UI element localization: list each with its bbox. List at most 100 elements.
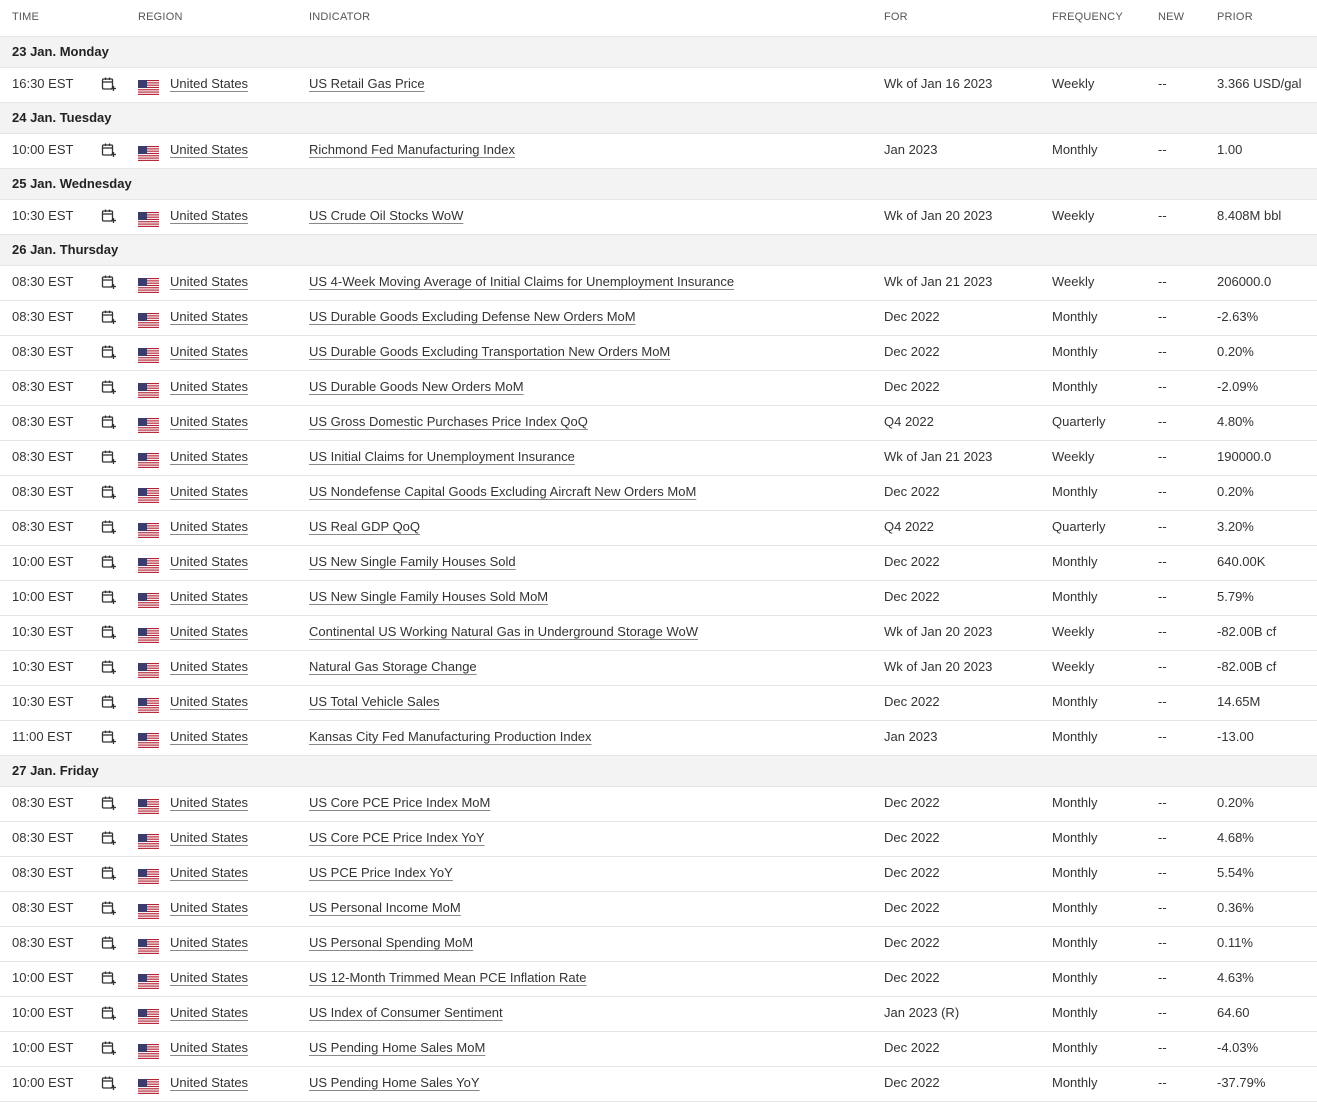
region-link[interactable]: United States bbox=[170, 309, 248, 324]
calendar-add-icon[interactable] bbox=[101, 729, 117, 745]
region-link[interactable]: United States bbox=[170, 694, 248, 709]
region-link[interactable]: United States bbox=[170, 1005, 248, 1020]
region-link[interactable]: United States bbox=[170, 935, 248, 950]
us-flag-icon bbox=[138, 383, 159, 398]
indicator-link[interactable]: US Personal Income MoM bbox=[309, 900, 461, 915]
calendar-add-icon[interactable] bbox=[101, 1005, 117, 1021]
region-link[interactable]: United States bbox=[170, 449, 248, 464]
calendar-add-icon[interactable] bbox=[101, 694, 117, 710]
calendar-add-icon[interactable] bbox=[101, 309, 117, 325]
indicator-link[interactable]: US Core PCE Price Index MoM bbox=[309, 795, 490, 810]
calendar-add-icon[interactable] bbox=[101, 519, 117, 535]
us-flag-icon bbox=[138, 523, 159, 538]
frequency-value: Monthly bbox=[1052, 554, 1098, 569]
indicator-link[interactable]: US Retail Gas Price bbox=[309, 76, 425, 91]
indicator-link[interactable]: US Pending Home Sales MoM bbox=[309, 1040, 485, 1055]
calendar-add-icon[interactable] bbox=[101, 589, 117, 605]
indicator-link[interactable]: US Total Vehicle Sales bbox=[309, 694, 440, 709]
region-link[interactable]: United States bbox=[170, 589, 248, 604]
calendar-add-icon[interactable] bbox=[101, 624, 117, 640]
us-flag-icon bbox=[138, 558, 159, 573]
region-link[interactable]: United States bbox=[170, 624, 248, 639]
calendar-add-icon[interactable] bbox=[101, 484, 117, 500]
calendar-add-icon[interactable] bbox=[101, 344, 117, 360]
table-row: 08:30 EST United States US Real GDP QoQ Q4 … bbox=[0, 511, 1317, 546]
calendar-add-icon[interactable] bbox=[101, 865, 117, 881]
region-link[interactable]: United States bbox=[170, 795, 248, 810]
region-link[interactable]: United States bbox=[170, 519, 248, 534]
calendar-add-icon[interactable] bbox=[101, 142, 117, 158]
calendar-add-icon[interactable] bbox=[101, 830, 117, 846]
region-link[interactable]: United States bbox=[170, 970, 248, 985]
calendar-add-icon[interactable] bbox=[101, 208, 117, 224]
event-time: 10:00 EST bbox=[12, 554, 74, 569]
region-link[interactable]: United States bbox=[170, 76, 248, 91]
region-link[interactable]: United States bbox=[170, 1075, 248, 1090]
region-link[interactable]: United States bbox=[170, 900, 248, 915]
region-link[interactable]: United States bbox=[170, 554, 248, 569]
region-link[interactable]: United States bbox=[170, 1040, 248, 1055]
region-link[interactable]: United States bbox=[170, 344, 248, 359]
indicator-link[interactable]: US Pending Home Sales YoY bbox=[309, 1075, 480, 1090]
region-link[interactable]: United States bbox=[170, 274, 248, 289]
calendar-add-icon[interactable] bbox=[101, 935, 117, 951]
prior-value: 4.68% bbox=[1217, 830, 1254, 845]
calendar-add-icon[interactable] bbox=[101, 379, 117, 395]
indicator-link[interactable]: US 4-Week Moving Average of Initial Clai… bbox=[309, 274, 734, 289]
indicator-link[interactable]: Kansas City Fed Manufacturing Production… bbox=[309, 729, 592, 744]
calendar-add-icon[interactable] bbox=[101, 1040, 117, 1056]
frequency-value: Monthly bbox=[1052, 970, 1098, 985]
region-link[interactable]: United States bbox=[170, 865, 248, 880]
prior-value: -4.03% bbox=[1217, 1040, 1259, 1055]
indicator-link[interactable]: US New Single Family Houses Sold MoM bbox=[309, 589, 548, 604]
indicator-link[interactable]: US Index of Consumer Sentiment bbox=[309, 1005, 503, 1020]
calendar-add-icon[interactable] bbox=[101, 414, 117, 430]
us-flag-icon bbox=[138, 1009, 159, 1024]
us-flag-icon bbox=[138, 1079, 159, 1094]
indicator-link[interactable]: US Durable Goods Excluding Transportatio… bbox=[309, 344, 670, 359]
indicator-link[interactable]: US Core PCE Price Index YoY bbox=[309, 830, 485, 845]
indicator-link[interactable]: Richmond Fed Manufacturing Index bbox=[309, 142, 515, 157]
indicator-link[interactable]: US Personal Spending MoM bbox=[309, 935, 473, 950]
indicator-link[interactable]: US New Single Family Houses Sold bbox=[309, 554, 516, 569]
calendar-add-icon[interactable] bbox=[101, 76, 117, 92]
indicator-link[interactable]: US Gross Domestic Purchases Price Index … bbox=[309, 414, 588, 429]
indicator-link[interactable]: US Durable Goods New Orders MoM bbox=[309, 379, 524, 394]
calendar-add-icon[interactable] bbox=[101, 970, 117, 986]
calendar-add-icon[interactable] bbox=[101, 900, 117, 916]
indicator-link[interactable]: US 12-Month Trimmed Mean PCE Inflation R… bbox=[309, 970, 586, 985]
new-value: -- bbox=[1158, 865, 1167, 880]
table-row: 10:30 EST United States US Total Vehicle S… bbox=[0, 686, 1317, 721]
us-flag-icon bbox=[138, 869, 159, 884]
new-value: -- bbox=[1158, 1040, 1167, 1055]
indicator-link[interactable]: Continental US Working Natural Gas in Un… bbox=[309, 624, 698, 639]
calendar-add-icon[interactable] bbox=[101, 274, 117, 290]
calendar-add-icon[interactable] bbox=[101, 554, 117, 570]
indicator-link[interactable]: US PCE Price Index YoY bbox=[309, 865, 453, 880]
region-link[interactable]: United States bbox=[170, 379, 248, 394]
indicator-link[interactable]: US Durable Goods Excluding Defense New O… bbox=[309, 309, 636, 324]
calendar-add-icon[interactable] bbox=[101, 1075, 117, 1091]
table-row: 10:30 EST United States US Crude Oil Stock… bbox=[0, 200, 1317, 235]
us-flag-icon bbox=[138, 453, 159, 468]
region-link[interactable]: United States bbox=[170, 208, 248, 223]
region-link[interactable]: United States bbox=[170, 659, 248, 674]
table-row: 08:30 EST United States US Personal Income… bbox=[0, 892, 1317, 927]
indicator-link[interactable]: US Real GDP QoQ bbox=[309, 519, 420, 534]
region-link[interactable]: United States bbox=[170, 142, 248, 157]
calendar-add-icon[interactable] bbox=[101, 659, 117, 675]
frequency-value: Monthly bbox=[1052, 1005, 1098, 1020]
indicator-link[interactable]: US Nondefense Capital Goods Excluding Ai… bbox=[309, 484, 696, 499]
indicator-link[interactable]: Natural Gas Storage Change bbox=[309, 659, 477, 674]
frequency-value: Monthly bbox=[1052, 830, 1098, 845]
indicator-link[interactable]: US Crude Oil Stocks WoW bbox=[309, 208, 463, 223]
new-value: -- bbox=[1158, 589, 1167, 604]
region-link[interactable]: United States bbox=[170, 484, 248, 499]
calendar-add-icon[interactable] bbox=[101, 449, 117, 465]
region-link[interactable]: United States bbox=[170, 414, 248, 429]
indicator-link[interactable]: US Initial Claims for Unemployment Insur… bbox=[309, 449, 575, 464]
region-link[interactable]: United States bbox=[170, 729, 248, 744]
region-link[interactable]: United States bbox=[170, 830, 248, 845]
day-label: 26 Jan. Thursday bbox=[12, 242, 119, 257]
calendar-add-icon[interactable] bbox=[101, 795, 117, 811]
